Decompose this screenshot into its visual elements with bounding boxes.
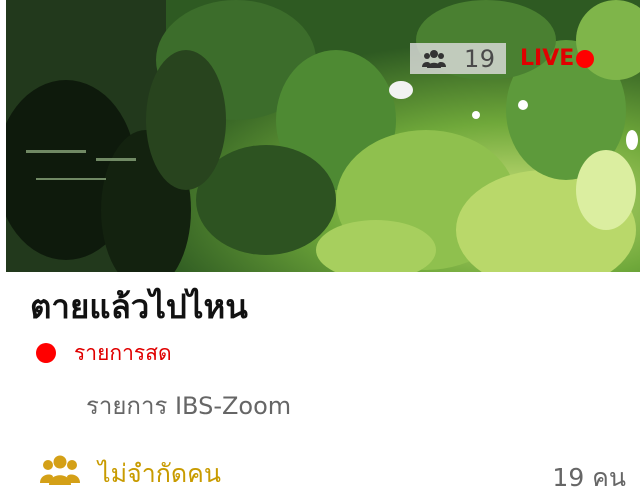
live-dot — [576, 49, 595, 68]
live-status-dot — [36, 343, 56, 363]
people-icon — [40, 455, 80, 485]
capacity-row: ไม่จำกัดคน 19 คน — [40, 450, 630, 494]
capacity-label: ไม่จำกัดคน — [98, 459, 221, 488]
live-label: LIVE — [520, 46, 575, 71]
live-program-card[interactable]: 19 LIVE ตายแล้วไปไหน รายการสด รายการ IBS… — [0, 0, 644, 502]
program-name: รายการ IBS-Zoom — [86, 392, 292, 420]
thumbnail-image[interactable]: 19 LIVE — [6, 0, 640, 272]
foliage-image — [6, 0, 640, 272]
viewer-count: 19 — [464, 44, 496, 73]
people-icon — [422, 49, 446, 68]
viewer-count-badge: 19 — [410, 43, 506, 74]
live-indicator: LIVE — [520, 43, 595, 74]
live-status-label: รายการสด — [74, 340, 172, 365]
program-title[interactable]: ตายแล้วไปไหน — [30, 280, 248, 333]
viewer-total: 19 คน — [552, 463, 626, 492]
live-status: รายการสด — [36, 338, 172, 368]
